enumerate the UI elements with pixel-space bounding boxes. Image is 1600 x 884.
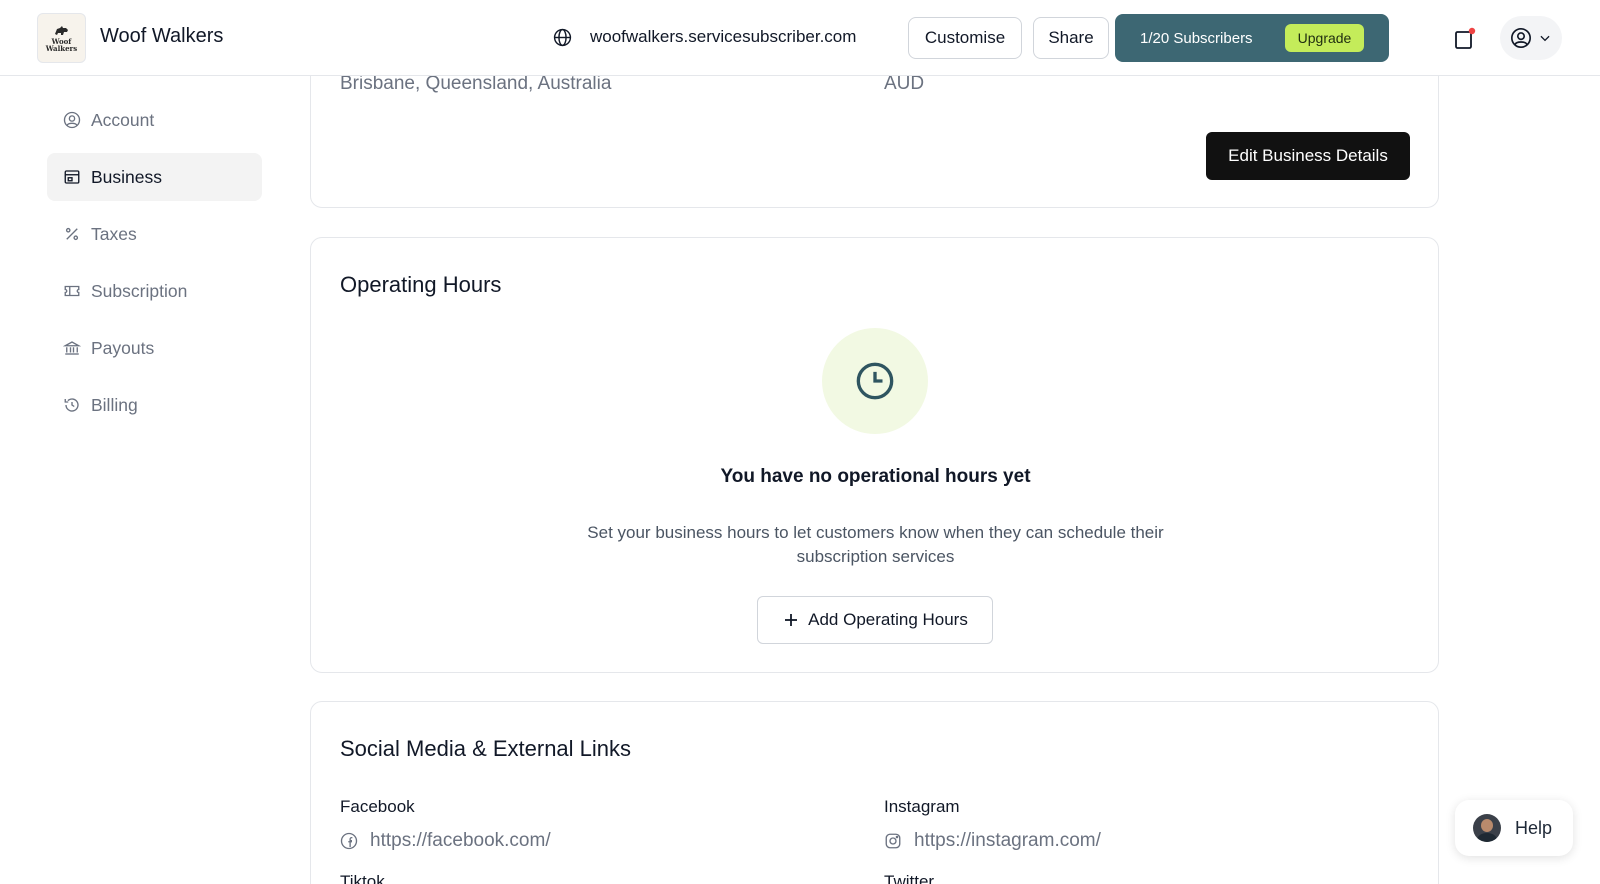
sidebar-item-account[interactable]: Account [47,96,262,144]
sidebar-item-business[interactable]: Business [47,153,262,201]
sidebar-item-label: Business [91,166,163,187]
sidebar-item-label: Payouts [91,337,155,358]
history-icon [64,398,79,412]
chevron-down-icon [1540,35,1550,42]
ticket-icon [64,285,80,297]
sidebar-item-payouts[interactable]: Payouts [47,324,262,372]
sidebar-item-label: Billing [91,394,138,415]
bank-icon [63,341,81,355]
subscribers-count: 1/20 Subscribers [1140,29,1253,47]
tiktok-label: Tiktok [340,872,385,884]
support-agent-avatar [1473,814,1501,842]
empty-state-description: Set your business hours to let customers… [587,523,1164,566]
sidebar-item-label: Account [91,109,155,130]
subscribers-banner: 1/20 Subscribers Upgrade [1115,14,1389,62]
edit-business-details-button[interactable]: Edit Business Details [1206,132,1410,180]
globe-icon [553,28,572,47]
twitter-label: Twitter [884,872,935,884]
operating-hours-title: Operating Hours [340,272,502,297]
help-label: Help [1515,817,1553,838]
facebook-field[interactable]: https://facebook.com/ [340,830,551,852]
sidebar-item-subscription[interactable]: Subscription [47,267,262,315]
top-header: Woof Walkers Woof Walkers woofwalkers.se… [0,0,1600,76]
user-circle-icon [1511,28,1531,48]
sidebar-item-label: Subscription [91,280,188,301]
account-menu-button[interactable] [1500,16,1562,60]
plus-icon [785,614,798,626]
empty-state-illustration [822,328,928,434]
operating-hours-card: Operating Hours You have no operational … [310,237,1439,673]
percent-icon [65,227,79,241]
instagram-label: Instagram [884,797,960,816]
share-button[interactable]: Share [1033,17,1109,59]
sidebar-item-taxes[interactable]: Taxes [47,210,262,258]
help-button[interactable]: Help [1455,800,1573,856]
add-operating-hours-button[interactable]: Add Operating Hours [757,596,993,644]
settings-sidebar: Account Business Taxes Subscription Payo… [47,96,262,438]
instagram-icon [885,833,901,849]
facebook-label: Facebook [340,797,415,816]
logo-text-line2: Walkers [45,44,78,53]
upgrade-button[interactable]: Upgrade [1285,24,1364,52]
empty-state-title: You have no operational hours yet [720,466,1031,487]
add-operating-hours-label: Add Operating Hours [808,610,968,629]
sidebar-item-billing[interactable]: Billing [47,381,262,429]
store-icon [64,170,80,184]
site-url-link[interactable]: woofwalkers.servicesubscriber.com [590,27,856,47]
instagram-url: https://instagram.com/ [914,830,1101,851]
social-links-card: Social Media & External Links Facebook h… [310,701,1439,884]
user-circle-icon [63,111,81,129]
clock-icon [856,362,894,400]
customise-button[interactable]: Customise [908,17,1022,59]
sidebar-item-label: Taxes [91,223,137,244]
business-location: Brisbane, Queensland, Australia [340,73,612,94]
brand-name: Woof Walkers [100,25,224,47]
business-currency: AUD [884,73,925,94]
social-links-title: Social Media & External Links [340,736,632,761]
notification-icon[interactable] [1453,27,1477,51]
dog-logo-icon [54,26,68,35]
instagram-field[interactable]: https://instagram.com/ [884,830,1101,852]
facebook-url: https://facebook.com/ [370,830,551,851]
facebook-icon [340,832,358,850]
business-logo[interactable]: Woof Walkers [37,13,86,63]
